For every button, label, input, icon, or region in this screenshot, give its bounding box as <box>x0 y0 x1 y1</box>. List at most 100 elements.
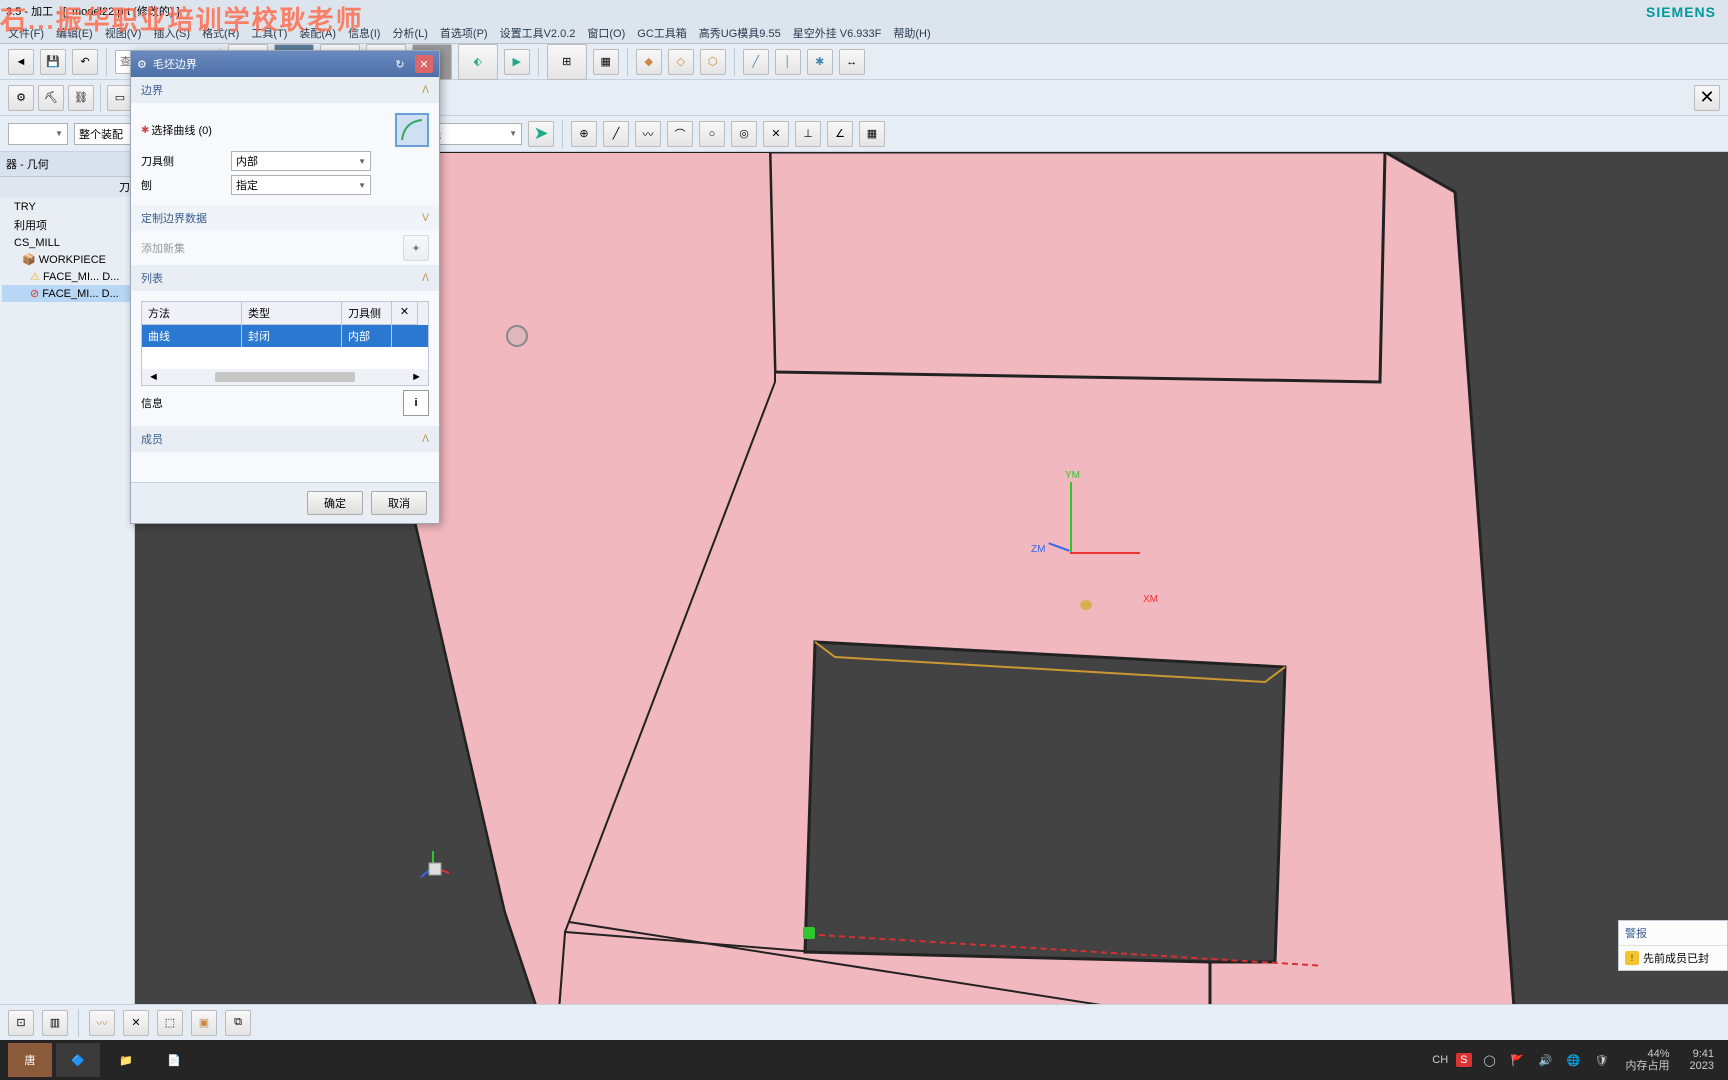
menu-gxug[interactable]: 高秀UG模具9.55 <box>699 25 781 41</box>
scroll-right-icon[interactable]: ► <box>411 371 422 383</box>
tree-mcs[interactable]: CS_MILL <box>2 235 132 251</box>
tree-geometry[interactable]: TRY <box>2 199 132 215</box>
axis-y-icon[interactable]: │ <box>775 49 801 75</box>
tree-facemill1[interactable]: ⚠ FACE_MI... D... <box>2 268 132 285</box>
section-boundary[interactable]: 边界 ᐱ <box>131 77 439 103</box>
separator <box>562 120 563 148</box>
close-button[interactable]: ✕ <box>415 55 433 73</box>
dialog-title: 毛坯边界 <box>153 56 197 72</box>
cam2-button[interactable]: ⛏ <box>38 85 64 111</box>
snap-line-button[interactable]: ╱ <box>603 121 629 147</box>
tree-unused[interactable]: 利用项 <box>2 215 132 235</box>
cancel-button[interactable]: 取消 <box>371 491 427 515</box>
tree-facemill2[interactable]: ⊘ FACE_MI... D... <box>2 285 132 302</box>
y-axis-label: YM <box>1065 470 1080 481</box>
menu-prefs[interactable]: 首选项(P) <box>440 25 488 41</box>
box-button[interactable]: ▣ <box>191 1010 217 1036</box>
tree-workpiece[interactable]: 📦 WORKPIECE <box>2 251 132 268</box>
add-set-button[interactable]: ✦ <box>403 235 429 261</box>
nav-back-button[interactable]: ◄ <box>8 49 34 75</box>
menu-analysis[interactable]: 分析(L) <box>392 25 427 41</box>
info-button[interactable]: i <box>403 390 429 416</box>
grid-button[interactable]: ▦ <box>593 49 619 75</box>
ime-indicator[interactable]: CH <box>1432 1054 1448 1066</box>
section-list[interactable]: 列表 ᐱ <box>131 265 439 291</box>
stack-button[interactable]: ⧉ <box>225 1010 251 1036</box>
close-x-button[interactable]: ✕ <box>1694 85 1720 111</box>
cam-op1-button[interactable]: ◆ <box>636 49 662 75</box>
separator <box>538 48 539 76</box>
collapse-icon: ᐱ <box>422 85 429 96</box>
tray-circle-icon[interactable]: ◯ <box>1480 1054 1500 1067</box>
cross-button[interactable]: ✕ <box>123 1010 149 1036</box>
section-button[interactable]: ⬖ <box>458 44 498 80</box>
plane-select[interactable]: 指定▼ <box>231 175 371 195</box>
tool-side-select[interactable]: 内部▼ <box>231 151 371 171</box>
list-body: 方法 类型 刀具侧 ✕ 曲线 封闭 内部 ◄ ► 信息 i <box>131 291 439 426</box>
wave-button[interactable]: 〰 <box>89 1010 115 1036</box>
confirm-arrow-button[interactable]: ➤ <box>528 121 554 147</box>
snap-circle-button[interactable]: ○ <box>699 121 725 147</box>
task-app2[interactable]: 🔷 <box>56 1043 100 1077</box>
tray-sound-icon[interactable]: 🔊 <box>1536 1054 1556 1067</box>
scroll-thumb[interactable] <box>215 372 355 382</box>
geometry-tree[interactable]: TRY 利用项 CS_MILL 📦 WORKPIECE ⚠ FACE_MI...… <box>0 197 134 304</box>
filter-combo[interactable]: ▼ <box>8 123 68 145</box>
snap-point-button[interactable]: ⊕ <box>571 121 597 147</box>
menu-help[interactable]: 帮助(H) <box>893 25 930 41</box>
select-curve-label: 选择曲线 (0) <box>151 122 241 138</box>
cam-op2-button[interactable]: ◇ <box>668 49 694 75</box>
snap-proj-button[interactable]: ∠ <box>827 121 853 147</box>
scroll-left-icon[interactable]: ◄ <box>148 371 159 383</box>
task-explorer[interactable]: 📁 <box>104 1043 148 1077</box>
layer-button[interactable]: ▶ <box>504 49 530 75</box>
table-row[interactable]: 曲线 封闭 内部 <box>142 325 428 347</box>
undo-button[interactable]: ↶ <box>72 49 98 75</box>
snap-center-button[interactable]: ◎ <box>731 121 757 147</box>
task-app1[interactable]: 唐 <box>8 1043 52 1077</box>
alert-title: 警报 <box>1619 921 1727 946</box>
cam1-button[interactable]: ⚙ <box>8 85 34 111</box>
snap-curve-button[interactable]: 〰 <box>635 121 661 147</box>
menu-gctools[interactable]: GC工具箱 <box>637 25 687 41</box>
snap2-button[interactable]: ▥ <box>42 1010 68 1036</box>
tray-shield-icon[interactable]: 🛡 <box>1592 1054 1612 1067</box>
col-header-tool: 刀 <box>0 177 134 197</box>
snap1-button[interactable]: ⊡ <box>8 1010 34 1036</box>
dialog-titlebar[interactable]: ⚙ 毛坯边界 ↻ ✕ <box>131 51 439 77</box>
tray-flag-icon[interactable]: 🚩 <box>1508 1054 1528 1067</box>
snap-cross-button[interactable]: ✕ <box>763 121 789 147</box>
grid-toggle-button[interactable]: ▦ <box>859 121 885 147</box>
axis-xyz-icon[interactable]: ✱ <box>807 49 833 75</box>
snap-tan-button[interactable]: ⊥ <box>795 121 821 147</box>
menu-setup[interactable]: 设置工具V2.0.2 <box>500 25 576 41</box>
snap-arc-button[interactable]: ⌒ <box>667 121 693 147</box>
save-button[interactable]: 💾 <box>40 49 66 75</box>
taskbar: 唐 🔷 📁 📄 CH S ◯ 🚩 🔊 🌐 🛡 44% 内存占用 9:41 202… <box>0 1040 1728 1080</box>
ok-button[interactable]: 确定 <box>307 491 363 515</box>
expand-icon: ᐯ <box>422 213 429 224</box>
section-custom-data[interactable]: 定制边界数据 ᐯ <box>131 205 439 231</box>
task-notes[interactable]: 📄 <box>152 1043 196 1077</box>
section-members[interactable]: 成员 ᐱ <box>131 426 439 452</box>
blank-boundary-dialog: ⚙ 毛坯边界 ↻ ✕ 边界 ᐱ ✱ 选择曲线 (0) 刀具侧 内部▼ 刨 指定▼ <box>130 50 440 524</box>
cam3-button[interactable]: ⛓ <box>68 85 94 111</box>
view-triad <box>415 849 455 892</box>
menu-window[interactable]: 窗口(O) <box>587 25 625 41</box>
table-scrollbar[interactable]: ◄ ► <box>142 369 428 385</box>
axis-x-icon[interactable]: ╱ <box>743 49 769 75</box>
cyl-button[interactable]: ⬚ <box>157 1010 183 1036</box>
tray-net-icon[interactable]: 🌐 <box>1564 1054 1584 1067</box>
select-curve-button[interactable] <box>395 113 429 147</box>
cam-op3-button[interactable]: ⬡ <box>700 49 726 75</box>
clock[interactable]: 44% 内存占用 <box>1620 1048 1676 1072</box>
reset-button[interactable]: ↻ <box>391 55 409 73</box>
delete-row-button[interactable]: ✕ <box>392 302 418 325</box>
separator <box>627 48 628 76</box>
menu-xk[interactable]: 星空外挂 V6.933F <box>793 25 882 41</box>
assembly-button[interactable]: ⊞ <box>547 44 587 80</box>
boundary-table: 方法 类型 刀具侧 ✕ 曲线 封闭 内部 ◄ ► <box>141 301 429 386</box>
dimension-icon[interactable]: ↔ <box>839 49 865 75</box>
datetime[interactable]: 9:41 2023 <box>1684 1048 1720 1072</box>
ime-mode[interactable]: S <box>1456 1053 1471 1067</box>
